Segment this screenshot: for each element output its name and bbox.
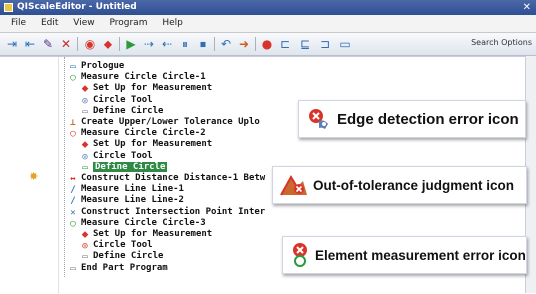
tree-row[interactable]: ◯ Measure Circle Circle-1 xyxy=(68,72,206,84)
tree-row[interactable]: ⊥ Create Upper/Lower Tolerance Uplo xyxy=(68,117,260,128)
tree-lines xyxy=(64,57,77,277)
tree-node-icon: ▭ xyxy=(82,106,88,117)
menu-view[interactable]: View xyxy=(67,15,100,32)
tree-row-label: Create Upper/Lower Tolerance Uplo xyxy=(81,117,260,127)
undo-icon[interactable]: ↶ xyxy=(218,36,234,52)
tree-node-icon: ▭ xyxy=(82,252,88,263)
search-options-label[interactable]: Search Options xyxy=(471,38,532,47)
tree-row-label: Construct Intersection Point Inter xyxy=(81,206,266,217)
callout-tolerance-label: Out-of-tolerance judgment icon xyxy=(313,177,514,193)
tree-node-icon: ◎ xyxy=(82,241,88,252)
tree-row[interactable]: ◯ Measure Circle Circle-2 xyxy=(68,128,206,140)
tree-row-label: End Part Program xyxy=(81,262,168,273)
tree-row[interactable]: ▭ Define Circle xyxy=(80,106,163,117)
insert-icon[interactable]: ⇥ xyxy=(4,36,20,52)
menu-program[interactable]: Program xyxy=(103,15,153,32)
measure-icon[interactable]: ◉ xyxy=(82,36,98,52)
record-icon[interactable]: ● xyxy=(259,36,275,52)
tree-node-icon: ⬥ xyxy=(81,230,89,240)
delete-icon[interactable]: ✕ xyxy=(58,36,74,52)
menu-bar: File Edit View Program Help xyxy=(0,15,536,33)
compare-icon[interactable]: ⊑ xyxy=(297,36,313,52)
tree-row-label: Define Circle xyxy=(93,251,164,262)
tree-row[interactable]: ▭ Prologue xyxy=(68,61,124,72)
window-title: QIScaleEditor - Untitled xyxy=(17,2,137,12)
step-icon[interactable]: ⇢ xyxy=(141,36,157,52)
tree-node-icon: ∕ xyxy=(70,196,76,207)
tree-node-icon: ▭ xyxy=(70,263,76,274)
callout-edge-detection: Edge detection error icon xyxy=(298,100,526,138)
pause-icon[interactable]: ⏸ xyxy=(177,36,193,52)
element-measurement-error-icon xyxy=(289,242,311,268)
tree-row-label: Set Up for Measurement xyxy=(93,139,213,150)
tree-row[interactable]: ◎ Circle Tool xyxy=(80,240,153,252)
tree-row-label: Measure Circle Circle-1 xyxy=(81,72,206,83)
tree-row[interactable]: ▭ Define Circle xyxy=(80,251,163,262)
tree-row[interactable]: ∕ Measure Line Line-2 xyxy=(68,195,184,206)
out-of-tolerance-icon xyxy=(279,171,309,199)
tree-row-label: Measure Line Line-2 xyxy=(81,195,184,206)
tree-node-icon: ↔ xyxy=(70,174,76,184)
tree-node-icon: ◎ xyxy=(82,95,88,106)
tree-row[interactable]: ⬥ Set Up for Measurement xyxy=(80,83,212,94)
callout-edge-label: Edge detection error icon xyxy=(337,110,519,128)
tree-row-label: Define Circle xyxy=(93,105,164,116)
tree-row-label: Measure Line Line-1 xyxy=(81,184,184,195)
menu-help[interactable]: Help xyxy=(156,15,189,32)
tree-row-label: Define Circle xyxy=(93,161,168,172)
export-icon[interactable]: ⊐ xyxy=(317,36,333,52)
tree-row[interactable]: ◎ Circle Tool xyxy=(80,94,153,106)
tree-row-label: Circle Tool xyxy=(93,240,153,251)
tree-row[interactable]: ✕ Construct Intersection Point Inter xyxy=(68,207,265,218)
tree-row[interactable]: ◯ Measure Circle Circle-3 xyxy=(68,217,206,229)
tree-row-label: Circle Tool xyxy=(93,150,153,161)
callout-out-of-tolerance: Out-of-tolerance judgment icon xyxy=(272,166,527,204)
tree-row[interactable]: ↔ Construct Distance Distance-1 Betw xyxy=(68,173,265,184)
app-window: QIScaleEditor - Untitled ✕ File Edit Vie… xyxy=(0,0,536,294)
title-bar: QIScaleEditor - Untitled ✕ xyxy=(0,0,536,15)
tree-row[interactable]: ▭ End Part Program xyxy=(68,262,168,274)
tree-row[interactable]: ◎ Circle Tool xyxy=(80,150,153,162)
tree-node-icon: ⬥ xyxy=(81,84,89,95)
menu-file[interactable]: File xyxy=(5,15,32,32)
menu-edit[interactable]: Edit xyxy=(35,15,64,32)
tree-node-icon: ▭ xyxy=(82,162,88,173)
tree-node-icon: ▭ xyxy=(70,62,76,72)
window-icon[interactable]: ▭ xyxy=(337,36,353,52)
tree-row-label: Circle Tool xyxy=(93,94,153,105)
tolerance-icon[interactable]: ⬥ xyxy=(100,36,116,52)
app-icon xyxy=(4,3,13,12)
tree-row[interactable]: ⬥ Set Up for Measurement xyxy=(80,229,212,240)
bracket-icon[interactable]: ⊏ xyxy=(277,36,293,52)
tree-row-label: Set Up for Measurement xyxy=(93,83,213,94)
tree-node-icon: ✕ xyxy=(70,207,76,218)
callout-element-measurement: Element measurement error icon xyxy=(282,236,527,274)
run-icon[interactable]: ▶ xyxy=(123,36,139,52)
tree-row-label: Measure Circle Circle-2 xyxy=(81,128,206,139)
tree-node-icon: ◯ xyxy=(70,129,76,140)
stop-icon[interactable]: ⏹ xyxy=(195,36,211,52)
edge-detection-error-icon xyxy=(307,107,331,131)
insert-down-icon[interactable]: ⇤ xyxy=(22,36,38,52)
tree-node-icon: ⬥ xyxy=(81,140,89,151)
tree-row-label: Set Up for Measurement xyxy=(93,229,213,239)
toolbar: ⇥ ⇤ ✎ ✕ ◉ ⬥ ▶ ⇢ ⇠ ⏸ ⏹ ↶ ➜ ● ⊏ ⊑ ⊐ ▭ Sear… xyxy=(0,33,536,56)
callout-element-label: Element measurement error icon xyxy=(315,247,526,263)
close-icon[interactable]: ✕ xyxy=(523,0,531,15)
step-back-icon[interactable]: ⇠ xyxy=(159,36,175,52)
tree-row[interactable]: ⬥ Set Up for Measurement xyxy=(80,139,212,150)
current-step-marker-icon: ✸ xyxy=(29,170,39,183)
tree-row-label: Prologue xyxy=(81,61,125,71)
redo-icon[interactable]: ➜ xyxy=(236,36,252,52)
tree-node-icon: ◎ xyxy=(82,151,88,162)
tree-row-label: Construct Distance Distance-1 Betw xyxy=(81,173,266,183)
edit-icon[interactable]: ✎ xyxy=(40,36,56,52)
tree-node-icon: ◯ xyxy=(70,73,76,84)
tree-node-icon: ◯ xyxy=(70,218,76,229)
tree-node-icon: ∕ xyxy=(70,185,76,196)
tree-row[interactable]: ∕ Measure Line Line-1 xyxy=(68,184,184,195)
tree-row[interactable]: ▭ Define Circle xyxy=(80,161,168,173)
tree-row-label: Measure Circle Circle-3 xyxy=(81,217,206,228)
tree-node-icon: ⊥ xyxy=(70,118,76,128)
